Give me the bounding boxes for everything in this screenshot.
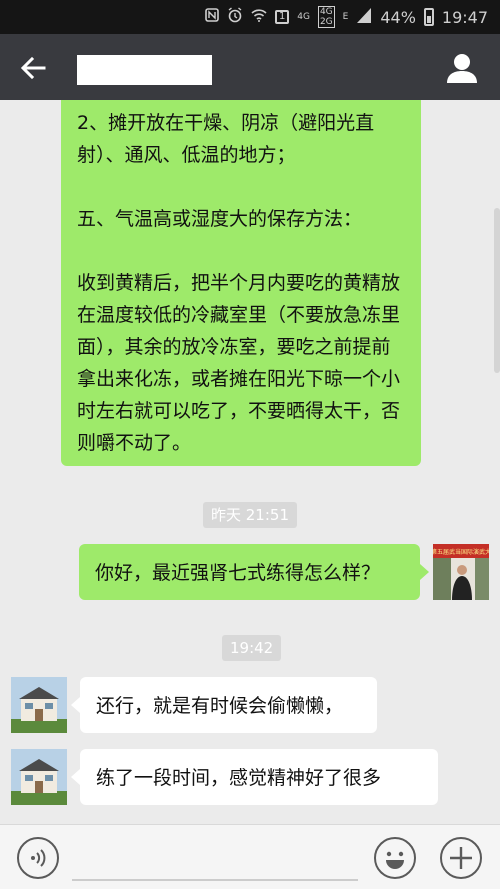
roaming-letter: E <box>342 12 349 22</box>
signal-icon <box>356 7 372 27</box>
wifi-icon <box>251 8 267 26</box>
battery-icon <box>423 8 434 26</box>
nfc-icon <box>205 8 220 26</box>
status-bar: 1 4G 4G 2G E 44% 19:47 <box>0 0 500 34</box>
sim-card-badge: 1 <box>275 10 290 24</box>
message-paragraph: 五、气温高或湿度大的保存方法： <box>77 208 363 230</box>
arrow-left-icon <box>20 56 46 80</box>
chat-info-button[interactable] <box>444 50 480 86</box>
more-options-button[interactable] <box>440 837 482 879</box>
network-dual: 4G 2G <box>317 6 335 28</box>
smiley-icon <box>386 851 404 869</box>
bubble-tail <box>420 564 429 580</box>
message-text: 练了一段时间，感觉精神好了很多 <box>96 767 382 789</box>
message-bubble-sent-long[interactable]: 2、摊开放在干燥、阴凉（避阳光直射）、通风、低温的地方； 五、气温高或湿度大的保… <box>61 100 421 466</box>
avatar-image <box>11 749 67 805</box>
person-icon <box>447 54 477 83</box>
back-button[interactable] <box>14 48 54 88</box>
avatar-image: 第五届武当国际演武大 <box>433 544 489 600</box>
message-bubble-received[interactable]: 练了一段时间，感觉精神好了很多 <box>80 749 438 805</box>
avatar-image <box>11 677 67 733</box>
status-icons: 1 4G 4G 2G E 44% 19:47 <box>205 6 488 28</box>
clock: 19:47 <box>441 7 488 27</box>
input-bar <box>0 824 500 889</box>
network-type: 4G <box>297 12 310 22</box>
avatar-contact[interactable] <box>11 677 67 733</box>
scroll-indicator[interactable] <box>494 208 500 373</box>
voice-icon <box>31 849 46 867</box>
message-text: 你好，最近强肾七式练得怎么样？ <box>95 562 381 584</box>
avatar-contact[interactable] <box>11 749 67 805</box>
plus-icon <box>450 847 472 869</box>
emoji-button[interactable] <box>374 837 416 879</box>
bubble-tail <box>71 697 80 713</box>
chat-header <box>0 34 500 100</box>
avatar-self[interactable]: 第五届武当国际演武大 <box>433 544 489 600</box>
alarm-icon <box>227 7 243 27</box>
bubble-tail <box>71 769 80 785</box>
message-paragraph: 收到黄精后，把半个月内要吃的黄精放在温度较低的冷藏室里（不要放急冻里面），其余的… <box>77 272 401 454</box>
message-bubble-sent[interactable]: 你好，最近强肾七式练得怎么样？ <box>79 544 420 600</box>
chat-title-redacted <box>77 55 212 85</box>
battery-percent: 44% <box>380 7 416 27</box>
message-text: 还行，就是有时候会偷懒懒， <box>96 695 344 717</box>
timestamp-badge: 19:42 <box>222 635 282 661</box>
timestamp-badge: 昨天 21:51 <box>203 502 297 528</box>
avatar-banner-text: 第五届武当国际演武大 <box>433 548 489 556</box>
message-paragraph: 2、摊开放在干燥、阴凉（避阳光直射）、通风、低温的地方； <box>77 112 375 166</box>
chat-message-list[interactable]: 2、摊开放在干燥、阴凉（避阳光直射）、通风、低温的地方； 五、气温高或湿度大的保… <box>0 100 500 824</box>
message-input[interactable] <box>72 837 358 881</box>
voice-button[interactable] <box>17 837 59 879</box>
message-bubble-received[interactable]: 还行，就是有时候会偷懒懒， <box>80 677 377 733</box>
